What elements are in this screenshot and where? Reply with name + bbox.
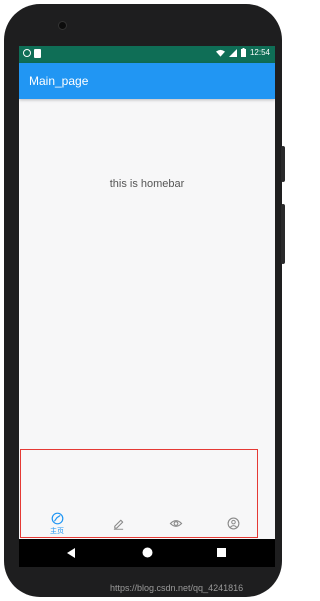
battery-icon bbox=[240, 48, 246, 57]
status-time: 12:54 bbox=[249, 48, 270, 57]
status-bar: 12:54 bbox=[19, 46, 275, 63]
front-camera bbox=[58, 21, 67, 30]
system-navigation-bar bbox=[19, 539, 275, 567]
volume-button bbox=[281, 204, 285, 264]
recents-icon[interactable] bbox=[217, 548, 226, 557]
sd-card-icon bbox=[34, 49, 41, 58]
wifi-icon bbox=[215, 49, 225, 57]
app-title: Main_page bbox=[29, 74, 89, 88]
back-icon[interactable] bbox=[67, 548, 75, 558]
watermark: https://blog.csdn.net/qq_4241816 bbox=[110, 583, 244, 593]
power-button bbox=[281, 146, 285, 182]
home-circle-icon[interactable] bbox=[142, 547, 153, 558]
app-bar: Main_page bbox=[19, 63, 275, 99]
annotation-highlight-box bbox=[20, 449, 258, 538]
signal-icon bbox=[228, 48, 237, 57]
circle-icon bbox=[23, 49, 31, 57]
body-text: this is homebar bbox=[109, 178, 185, 190]
